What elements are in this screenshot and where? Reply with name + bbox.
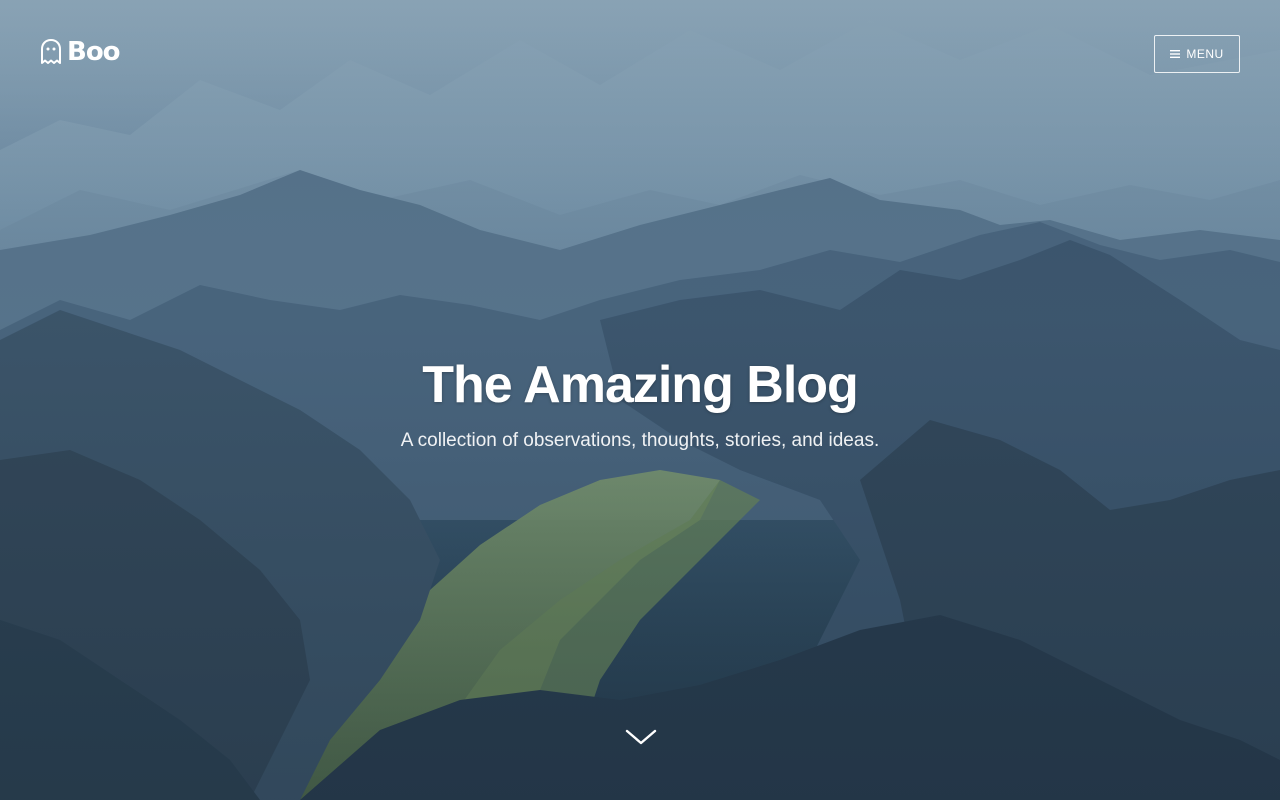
blog-description: A collection of observations, thoughts, … [400,430,880,451]
site-logo[interactable]: Boo [40,37,121,67]
menu-button[interactable]: MENU [1154,35,1240,73]
hamburger-icon [1170,50,1181,58]
hero-section: Boo MENU The Amazing Blog A collection o… [0,0,1280,800]
logo-text: Boo [67,37,121,67]
menu-label: MENU [1186,47,1224,61]
blog-title: The Amazing Blog [422,356,859,414]
chevron-down-icon[interactable] [624,726,658,748]
ghost-icon [41,39,61,64]
hero-content: The Amazing Blog A collection of observa… [0,352,1280,454]
